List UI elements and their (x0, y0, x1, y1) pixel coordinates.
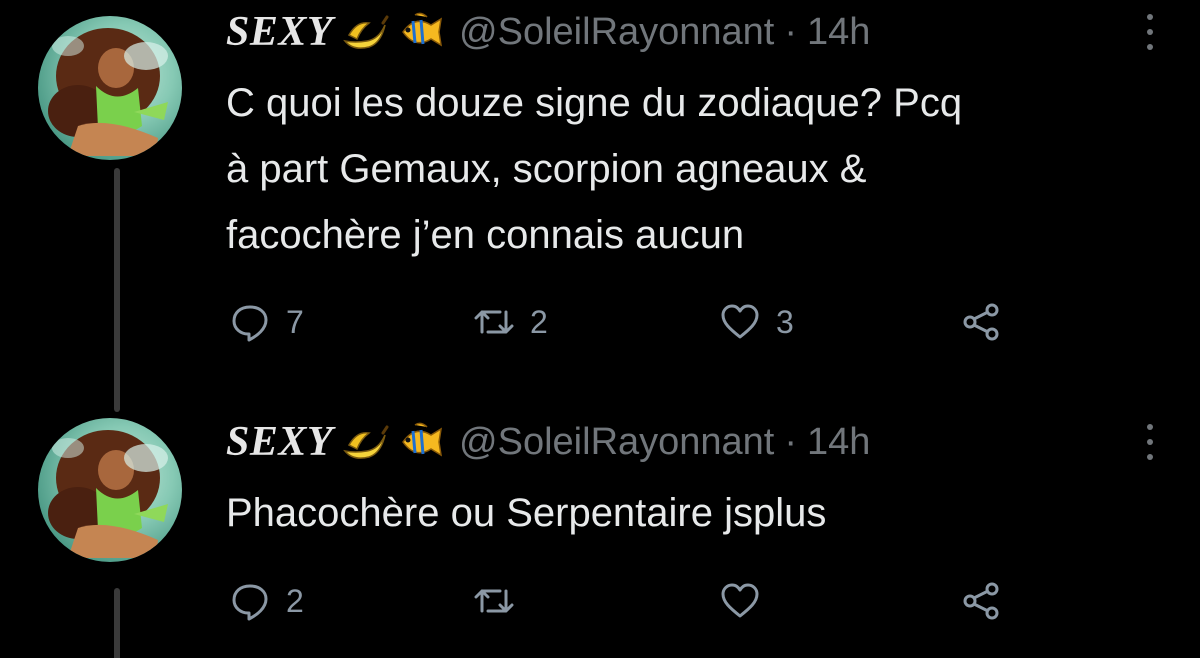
reply-button[interactable]: 7 (230, 297, 304, 347)
retweet-icon (474, 589, 514, 613)
like-button[interactable]: 3 (720, 297, 794, 347)
tweet-header: SEXY @SoleilRayonnant · 14h (226, 8, 870, 56)
share-button[interactable] (962, 576, 1002, 626)
reply-count: 7 (286, 303, 304, 340)
like-button[interactable] (720, 576, 776, 626)
retweet-button[interactable]: 2 (474, 297, 548, 347)
retweet-icon (474, 310, 514, 334)
avatar[interactable] (38, 418, 182, 562)
avatar-image (48, 28, 168, 156)
separator-dot: · (784, 420, 798, 463)
more-options-icon[interactable] (1138, 420, 1162, 464)
heart-icon (721, 583, 759, 618)
user-handle[interactable]: @SoleilRayonnant (459, 11, 774, 54)
tropical-fish-icon (395, 421, 445, 463)
tweet-header: SEXY @SoleilRayonnant · 14h (226, 418, 870, 466)
tweet-actions: 2 (226, 576, 1026, 626)
banana-icon (339, 11, 389, 53)
share-button[interactable] (962, 297, 1002, 347)
thread-connector-line (114, 588, 120, 658)
reply-button[interactable]: 2 (230, 576, 304, 626)
reply-icon (232, 584, 268, 621)
banana-icon (339, 421, 389, 463)
separator-dot: · (784, 10, 798, 53)
thread-connector-line (114, 168, 120, 412)
like-count: 3 (776, 303, 794, 340)
reply-count: 2 (286, 582, 304, 619)
tweet-thread: SEXY @SoleilRayonnant · 14h C quoi les d… (0, 0, 1200, 658)
tweet-text-line: à part Gemaux, scorpion agneaux & (226, 147, 867, 191)
timestamp[interactable]: 14h (807, 421, 870, 464)
more-options-icon[interactable] (1138, 10, 1162, 54)
retweet-button[interactable] (474, 576, 530, 626)
tweet-text: C quoi les douze signe du zodiaque? Pcq … (226, 70, 1166, 268)
timestamp[interactable]: 14h (807, 11, 870, 54)
tweet-text-line: C quoi les douze signe du zodiaque? Pcq (226, 81, 963, 125)
tweet-text-line: facochère j’en connais aucun (226, 213, 745, 257)
heart-icon (721, 304, 759, 339)
share-icon (963, 303, 999, 341)
share-icon (963, 582, 999, 620)
avatar[interactable] (38, 16, 182, 160)
avatar-image (48, 430, 168, 558)
user-handle[interactable]: @SoleilRayonnant (459, 421, 774, 464)
tropical-fish-icon (395, 11, 445, 53)
tweet-text: Phacochère ou Serpentaire jsplus (226, 480, 1166, 546)
retweet-count: 2 (530, 303, 548, 340)
tweet-text-line: Phacochère ou Serpentaire jsplus (226, 491, 827, 535)
display-name[interactable]: SEXY (226, 418, 333, 466)
display-name[interactable]: SEXY (226, 8, 333, 56)
reply-icon (232, 305, 268, 342)
tweet-actions: 7 2 3 (226, 297, 1026, 347)
